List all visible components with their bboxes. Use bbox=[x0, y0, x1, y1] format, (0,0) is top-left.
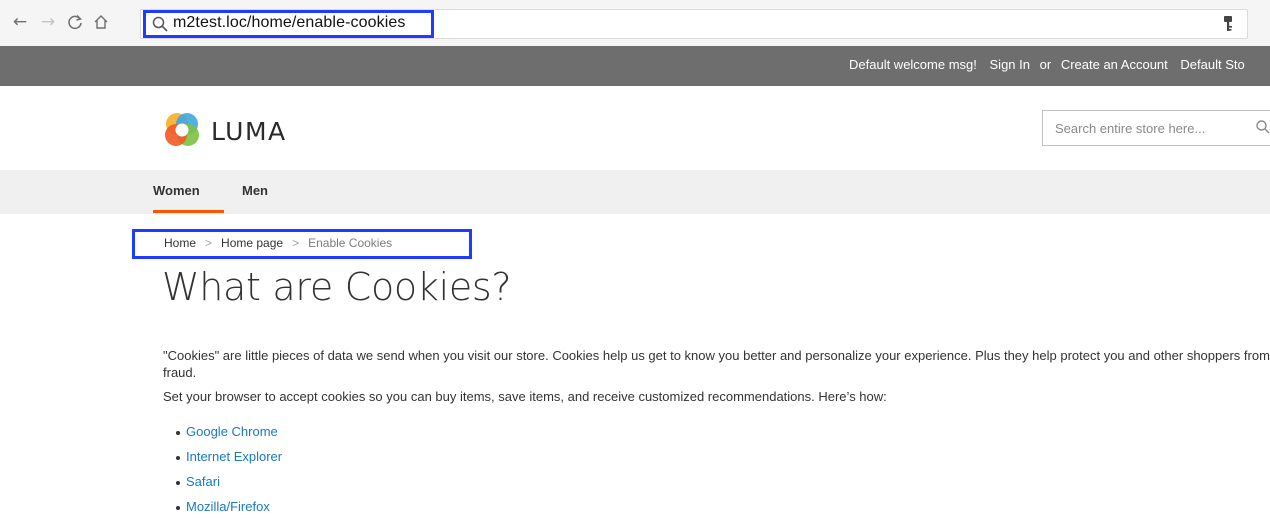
link-internet-explorer[interactable]: Internet Explorer bbox=[186, 449, 282, 464]
logo[interactable]: LUMA bbox=[163, 111, 303, 151]
cookies-description: "Cookies" are little pieces of data we s… bbox=[163, 348, 1270, 380]
key-icon[interactable] bbox=[1221, 15, 1235, 33]
or-text: or bbox=[1039, 57, 1052, 72]
page-title: What are Cookies? bbox=[162, 265, 512, 309]
browser-toolbar: ← → m2test.loc/home/enable-cookies bbox=[0, 0, 1270, 46]
top-panel: Default welcome msg! Sign In or Create a… bbox=[0, 46, 1270, 86]
reload-icon[interactable] bbox=[64, 11, 86, 33]
welcome-message: Default welcome msg! bbox=[849, 57, 977, 72]
breadcrumb-home-page[interactable]: Home page bbox=[221, 236, 283, 250]
nav-item-women[interactable]: Women bbox=[153, 183, 200, 198]
sign-in-link[interactable]: Sign In bbox=[990, 57, 1030, 72]
browser-links-list: Google Chrome Internet Explorer Safari M… bbox=[175, 424, 282, 518]
link-google-chrome[interactable]: Google Chrome bbox=[186, 424, 278, 439]
page-header: LUMA Search entire store here... bbox=[0, 86, 1270, 170]
list-item: Internet Explorer bbox=[175, 449, 282, 474]
breadcrumb-separator: > bbox=[292, 236, 300, 250]
search-icon[interactable] bbox=[1255, 119, 1270, 135]
list-item: Google Chrome bbox=[175, 424, 282, 449]
link-mozilla-firefox[interactable]: Mozilla/Firefox bbox=[186, 499, 270, 514]
address-highlight-box bbox=[143, 10, 434, 38]
link-safari[interactable]: Safari bbox=[186, 474, 220, 489]
create-account-link[interactable]: Create an Account bbox=[1061, 57, 1168, 72]
store-switcher[interactable]: Default Sto bbox=[1180, 57, 1244, 72]
breadcrumb-home[interactable]: Home bbox=[164, 236, 196, 250]
home-icon[interactable] bbox=[90, 11, 112, 33]
store-search-input[interactable]: Search entire store here... bbox=[1042, 110, 1270, 146]
breadcrumb-separator: > bbox=[205, 236, 213, 250]
main-navigation: Women Men bbox=[0, 170, 1270, 214]
search-placeholder: Search entire store here... bbox=[1055, 121, 1206, 136]
logo-text: LUMA bbox=[211, 117, 287, 146]
list-item: Mozilla/Firefox bbox=[175, 499, 282, 518]
breadcrumb-current: Enable Cookies bbox=[308, 236, 393, 250]
luma-logo-icon bbox=[165, 113, 199, 146]
list-item: Safari bbox=[175, 474, 282, 499]
breadcrumb: Home > Home page > Enable Cookies bbox=[164, 236, 392, 250]
active-nav-indicator bbox=[153, 210, 224, 213]
nav-item-men[interactable]: Men bbox=[242, 183, 268, 198]
forward-arrow-icon[interactable]: → bbox=[37, 11, 59, 33]
cookies-instructions: Set your browser to accept cookies so yo… bbox=[163, 389, 887, 404]
back-arrow-icon[interactable]: ← bbox=[9, 11, 31, 33]
